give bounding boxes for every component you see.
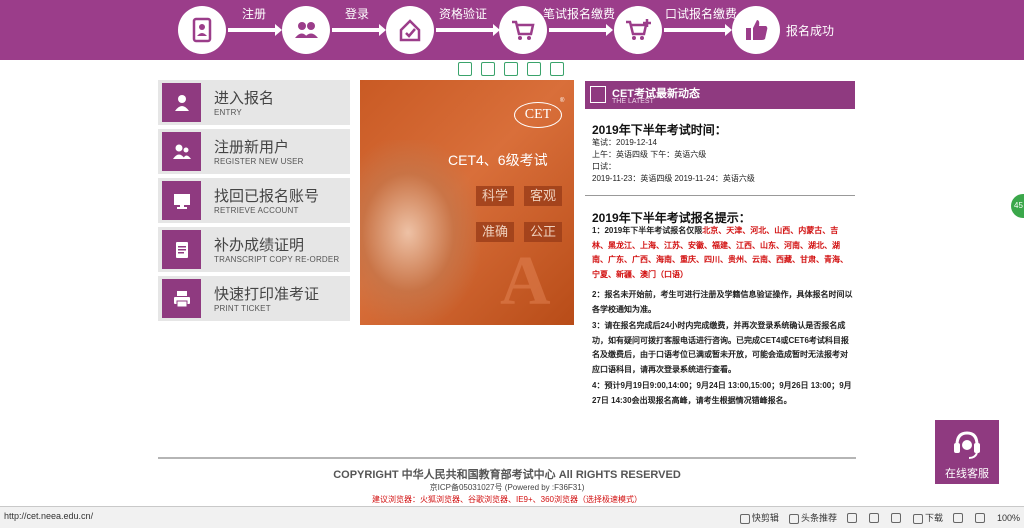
download-button[interactable]: 下载: [912, 511, 943, 524]
verify-step-icon: [386, 6, 434, 54]
fit-icon[interactable]: [458, 62, 472, 76]
step-connector: [228, 24, 282, 36]
toutiao-button[interactable]: 头条推荐: [788, 511, 837, 524]
status-tool-icon[interactable]: [868, 512, 881, 523]
step-label-register: 注册: [242, 7, 267, 21]
copyright: COPYRIGHT 中华人民共和国教育部考试中心 All RIGHTS RESE…: [333, 469, 681, 481]
quick-clip-button[interactable]: 快剪辑: [739, 511, 779, 524]
share-icon[interactable]: [527, 62, 541, 76]
browser-recommendation: 建议浏览器：火狐浏览器、谷歌浏览器、IE9+、360浏览器（选择极速模式）: [371, 495, 643, 504]
menu-print-ticket[interactable]: 快速打印准考证 PRINT TICKET: [158, 276, 350, 321]
banner-tag: 准确: [476, 222, 514, 242]
save-icon[interactable]: [504, 62, 518, 76]
login-step-icon: [282, 6, 330, 54]
news-panel: CET考试最新动态 THE LATEST 2019年下半年考试时间： 笔试：20…: [585, 81, 855, 405]
status-url: http://cet.neea.edu.cn/: [4, 511, 94, 521]
document-icon: [162, 230, 201, 269]
tip-1-prefix: 1：2019年下半年考试报名仅限: [592, 226, 703, 235]
schedule-line: 上午：英语四级 下午：英语六级: [592, 150, 707, 159]
online-service-button[interactable]: 在线客服: [935, 420, 999, 484]
step-label-oral-fee: 口试报名缴费: [665, 7, 738, 21]
schedule-line: 2019-11-23：英语四级 2019-11-24：英语六级: [592, 174, 755, 183]
footer-divider: [158, 457, 856, 459]
menu-subtitle: REGISTER NEW USER: [214, 157, 304, 166]
menu-subtitle: PRINT TICKET: [214, 304, 271, 313]
tip-4: 4：预计9月19日9:00,14:00；9月24日 13:00,15:00；9月…: [592, 381, 852, 405]
menu-entry[interactable]: 进入报名 ENTRY: [158, 80, 350, 125]
printer-icon: [162, 279, 201, 318]
banner-title: CET4、6级考试: [448, 152, 548, 168]
statusbar-tools: 快剪辑 头条推荐 下载 100%: [739, 511, 1020, 524]
newspaper-icon: [590, 86, 606, 103]
tip-3: 3：请在报名完成后24小时内完成缴费，并再次登录系统确认是否报名成功，如有疑问可…: [592, 321, 849, 374]
menu-title: 快速打印准考证: [214, 286, 320, 303]
tip-2: 2：报名未开始前，考生可进行注册及学籍信息验证操作，具体报名时间以各学校通知为准…: [592, 290, 853, 314]
step-connector: [332, 24, 386, 36]
step-label-login: 登录: [345, 7, 370, 21]
user-icon: [162, 83, 201, 122]
cet-banner: A CET ® CET4、6级考试 科学 客观 准确 公正: [360, 80, 574, 325]
registered-mark: ®: [560, 98, 565, 104]
written-exam-cart-icon: [499, 6, 547, 54]
menu-retrieve-account[interactable]: 找回已报名账号 RETRIEVE ACCOUNT: [158, 178, 350, 223]
schedule-line: 笔试：2019-12-14: [592, 138, 657, 147]
schedule-line: 口试：: [592, 162, 616, 171]
status-item: 头条推荐: [800, 513, 837, 523]
thumbs-up-icon: [732, 6, 780, 54]
headset-icon: [954, 431, 980, 459]
banner-tag: 公正: [524, 222, 562, 242]
status-tool-icon[interactable]: [846, 512, 859, 523]
news-header: CET考试最新动态 THE LATEST: [585, 81, 855, 109]
online-service-label: 在线客服: [945, 468, 989, 480]
settings-icon[interactable]: [550, 62, 564, 76]
icp-number: 京ICP备05031027号 (Powered by :F36F31): [429, 483, 585, 492]
step-label-written-fee: 笔试报名缴费: [543, 7, 616, 21]
banner-tag: 科学: [476, 186, 514, 206]
add-user-icon: [162, 132, 201, 171]
tip-1: 1：2019年下半年考试报名仅限北京、天津、河北、山西、内蒙古、吉林、黑龙江、上…: [592, 224, 854, 282]
left-menu: 进入报名 ENTRY 注册新用户 REGISTER NEW USER 找回已报名…: [158, 80, 350, 325]
step-connector: [664, 24, 732, 36]
oral-exam-cart-icon: [614, 6, 662, 54]
menu-subtitle: TRANSCRIPT COPY RE-ORDER: [214, 255, 340, 264]
news-subtitle: THE LATEST: [612, 98, 654, 105]
status-item: 快剪辑: [751, 513, 779, 523]
registration-steps-bar: 注册 登录 资格验证 笔试报名缴费 口试报名缴费 报名成功: [0, 0, 1024, 60]
status-tool-icon[interactable]: [952, 512, 965, 523]
banner-tag: 客观: [524, 186, 562, 206]
step-label-success: 报名成功: [786, 24, 835, 38]
expand-icon[interactable]: [481, 62, 495, 76]
status-item: 下载: [924, 513, 943, 523]
browser-statusbar: http://cet.neea.edu.cn/ 快剪辑 头条推荐 下载 100%: [0, 506, 1024, 528]
menu-title: 补办成绩证明: [214, 237, 305, 254]
schedule-title: 2019年下半年考试时间：: [592, 123, 727, 137]
divider: [585, 195, 855, 196]
zoom-level[interactable]: 100%: [997, 513, 1020, 523]
menu-subtitle: ENTRY: [214, 108, 242, 117]
monitor-icon: [162, 181, 201, 220]
register-step-icon: [178, 6, 226, 54]
menu-register[interactable]: 注册新用户 REGISTER NEW USER: [158, 129, 350, 174]
menu-subtitle: RETRIEVE ACCOUNT: [214, 206, 299, 215]
banner-letter: A: [500, 243, 551, 320]
menu-transcript-reorder[interactable]: 补办成绩证明 TRANSCRIPT COPY RE-ORDER: [158, 227, 350, 272]
cet-logo: CET: [514, 102, 562, 128]
menu-title: 进入报名: [214, 90, 275, 107]
side-float-badge[interactable]: 45: [1011, 194, 1024, 218]
image-toolbar: [458, 62, 564, 80]
step-label-verify: 资格验证: [439, 7, 488, 21]
menu-title: 注册新用户: [214, 139, 290, 156]
zoom-icon[interactable]: [974, 512, 987, 523]
step-connector: [549, 24, 613, 36]
step-connector: [436, 24, 500, 36]
menu-title: 找回已报名账号: [214, 188, 320, 205]
status-tool-icon[interactable]: [890, 512, 903, 523]
